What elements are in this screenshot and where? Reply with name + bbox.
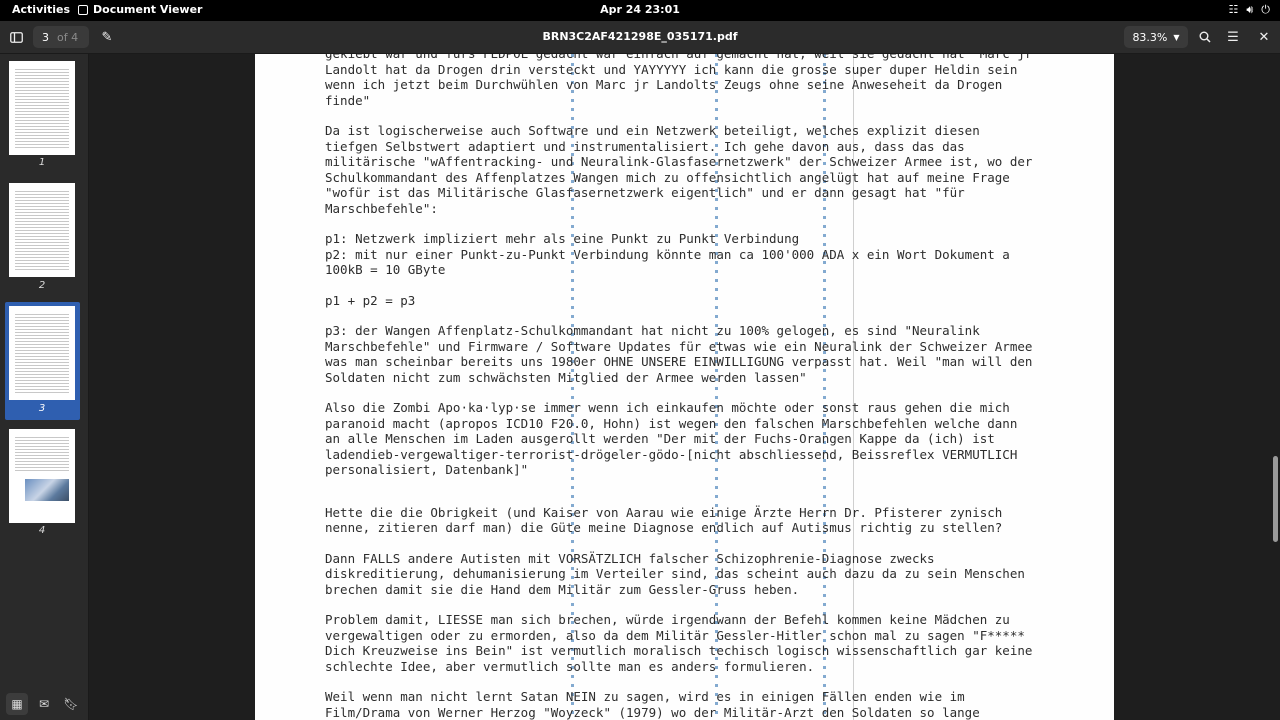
document-paragraph: Problem damit, LIESSE man sich brechen, … xyxy=(325,612,1033,674)
comment-icon: ✉ xyxy=(38,697,50,711)
document-title: BRN3C2AF421298E_035171.pdf xyxy=(542,30,738,43)
power-icon: ⏻ xyxy=(1261,3,1270,16)
main-menu-button[interactable]: ☰ xyxy=(1221,26,1245,48)
page-thumbnail[interactable] xyxy=(9,429,75,523)
thumbnail-label: 2 xyxy=(38,280,46,291)
current-page[interactable]: 3 xyxy=(42,31,49,44)
thumbnail-label: 3 xyxy=(38,403,46,414)
thumbnail-label: 4 xyxy=(38,525,46,536)
thumbnails-view-button[interactable]: ▦ xyxy=(6,693,28,715)
page-thumbnail-selected[interactable] xyxy=(9,306,75,400)
thumbnail-text-lines xyxy=(15,189,69,271)
document-paragraph: p3: der Wangen Affenplatz-Schulkommandan… xyxy=(325,323,1033,385)
document-paragraph: Weil wenn man nicht lernt Satan NEIN zu … xyxy=(325,689,980,720)
search-icon xyxy=(1199,31,1211,43)
document-viewer-icon xyxy=(78,4,88,15)
app-name: Document Viewer xyxy=(93,3,203,16)
page-thumbnail[interactable] xyxy=(9,61,75,155)
document-paragraph: Da ist logischerweise auch Software und … xyxy=(325,123,1033,216)
close-icon: ✕ xyxy=(1258,29,1270,45)
search-button[interactable] xyxy=(1193,26,1217,48)
thumbnail-sidebar: 1 2 3 4 ▦ ✉ 🔖︎ xyxy=(0,54,89,720)
thumbnail-label: 1 xyxy=(38,157,46,168)
vertical-scrollbar[interactable] xyxy=(1273,456,1278,542)
thumbnail-image xyxy=(25,479,69,501)
bookmark-icon: 🔖︎ xyxy=(63,697,79,711)
network-icon: ☷ xyxy=(1228,3,1239,16)
document-text: gekiebt war und furs FEDPOL gedacht war … xyxy=(325,54,1085,720)
sidebar-toggle-button[interactable] xyxy=(4,26,28,48)
page-total: of 4 xyxy=(57,30,79,44)
sidebar-mode-bar: ▦ ✉ 🔖︎ xyxy=(0,688,88,720)
system-tray[interactable]: ☷ 🔊︎ ⏻ xyxy=(1228,3,1270,17)
hamburger-menu-icon: ☰ xyxy=(1227,29,1239,45)
app-menu[interactable]: Document Viewer xyxy=(78,3,202,16)
bookmarks-view-button[interactable]: 🔖︎ xyxy=(60,693,82,715)
thumbnail-text-lines xyxy=(15,435,69,473)
document-paragraph: Dann FALLS andere Autisten mit VORSÄTZLI… xyxy=(325,550,1025,597)
annotate-button[interactable]: ✎ xyxy=(95,26,119,48)
thumbnail-text-lines xyxy=(15,67,69,149)
volume-icon: 🔊︎ xyxy=(1246,3,1254,16)
document-paragraph: Also die Zombi Apo·ka·lyp·se immer wenn … xyxy=(325,400,1018,477)
activities-button[interactable]: Activities xyxy=(12,3,70,16)
clock[interactable]: Apr 24 23:01 xyxy=(600,3,680,16)
document-paragraph: Hette die die Obrigkeit (und Kaiser von … xyxy=(325,504,1003,536)
top-bar: Activities Document Viewer Apr 24 23:01 … xyxy=(0,0,1280,21)
grid-icon: ▦ xyxy=(11,697,23,711)
zoom-value: 83.3% xyxy=(1132,30,1168,44)
document-paragraph: p1 + p2 = p3 xyxy=(325,292,416,308)
sidebar-icon xyxy=(9,31,23,43)
document-page: gekiebt war und furs FEDPOL gedacht war … xyxy=(255,54,1114,720)
document-paragraph: gekiebt war und furs FEDPOL gedacht war … xyxy=(325,54,1032,108)
document-paragraph: p1: Netzwerk impliziert mehr als eine Pu… xyxy=(325,231,1010,277)
header-bar: 3 of 4 ✎ BRN3C2AF421298E_035171.pdf 83.3… xyxy=(0,21,1280,54)
chevron-down-icon: ▼ xyxy=(1173,32,1180,42)
document-view[interactable]: gekiebt war und furs FEDPOL gedacht war … xyxy=(89,54,1280,720)
page-number-entry[interactable]: 3 of 4 xyxy=(33,26,89,48)
page-thumbnail[interactable] xyxy=(9,183,75,277)
annotations-view-button[interactable]: ✉ xyxy=(33,693,55,715)
pencil-icon: ✎ xyxy=(101,29,113,45)
zoom-selector[interactable]: 83.3% ▼ xyxy=(1124,26,1188,48)
thumbnail-text-lines xyxy=(15,312,69,394)
close-button[interactable]: ✕ xyxy=(1252,26,1276,48)
